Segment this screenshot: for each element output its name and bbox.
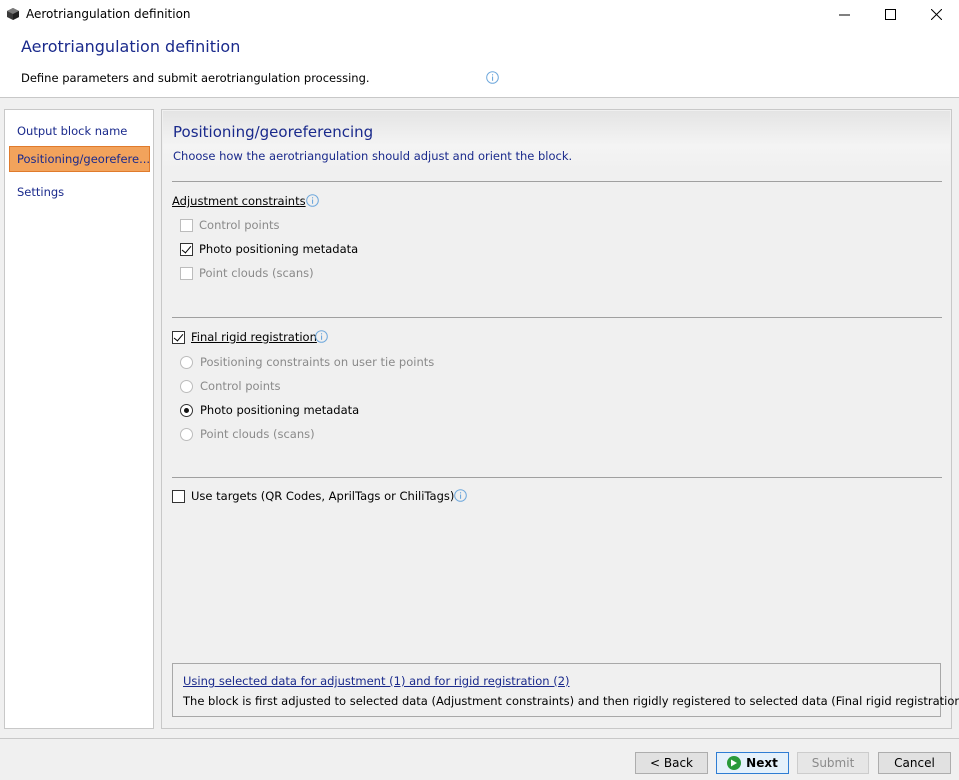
use-targets-row[interactable]: Use targets (QR Codes, AprilTags or Chil… — [172, 489, 454, 503]
info-icon[interactable] — [454, 489, 467, 502]
section-header: Positioning/georeferencing Choose how th… — [163, 111, 950, 169]
rigid-option-control-points[interactable]: Control points — [180, 379, 281, 393]
title-bar: Aerotriangulation definition — [0, 0, 959, 28]
control-points-checkbox-row[interactable]: Control points — [180, 218, 280, 232]
section-description: Choose how the aerotriangulation should … — [173, 149, 573, 163]
window-title: Aerotriangulation definition — [26, 7, 191, 21]
point-clouds-checkbox[interactable] — [180, 266, 193, 280]
radio-label: Positioning constraints on user tie poin… — [200, 355, 435, 369]
submit-button[interactable]: Submit — [797, 752, 869, 774]
next-label: Next — [746, 756, 778, 770]
radio-label: Point clouds (scans) — [200, 427, 315, 441]
close-icon — [930, 8, 942, 20]
close-button[interactable] — [913, 0, 959, 28]
arrow-right-icon — [727, 756, 742, 770]
window-controls — [821, 0, 959, 28]
use-targets-checkbox[interactable] — [172, 489, 185, 503]
divider — [172, 181, 942, 182]
use-targets-label: Use targets (QR Codes, AprilTags or Chil… — [191, 489, 455, 503]
section-title: Positioning/georeferencing — [173, 123, 374, 141]
radio-button[interactable] — [180, 403, 193, 417]
info-icon[interactable] — [486, 71, 499, 84]
info-icon[interactable] — [306, 194, 319, 207]
info-icon[interactable] — [315, 330, 328, 343]
next-button[interactable]: Next — [716, 752, 789, 774]
maximize-button[interactable] — [867, 0, 913, 28]
photo-positioning-checkbox-row[interactable]: Photo positioning metadata — [180, 242, 358, 256]
wizard-sidebar: Output block name Positioning/georefere.… — [4, 109, 154, 729]
minimize-button[interactable] — [821, 0, 867, 28]
sidebar-item-output-block-name[interactable]: Output block name — [9, 118, 150, 144]
back-button[interactable]: < Back — [635, 752, 708, 774]
photo-positioning-label: Photo positioning metadata — [199, 242, 359, 256]
final-rigid-registration-checkbox[interactable] — [172, 330, 185, 344]
adjustment-constraints-label: Adjustment constraints — [172, 194, 306, 208]
final-rigid-registration-row[interactable]: Final rigid registration — [172, 330, 317, 344]
radio-label: Control points — [200, 379, 281, 393]
info-note-box: Using selected data for adjustment (1) a… — [172, 663, 959, 717]
page-subtitle: Define parameters and submit aerotriangu… — [21, 71, 370, 85]
divider — [172, 477, 942, 478]
rigid-option-photo-positioning[interactable]: Photo positioning metadata — [180, 403, 359, 417]
radio-label: Photo positioning metadata — [200, 403, 360, 417]
sidebar-item-settings[interactable]: Settings — [9, 179, 150, 205]
note-title: Using selected data for adjustment (1) a… — [183, 674, 570, 688]
control-points-label: Control points — [199, 218, 280, 232]
final-rigid-registration-label: Final rigid registration — [191, 330, 317, 344]
main-panel: Positioning/georeferencing Choose how th… — [161, 109, 959, 729]
dialog-footer: < Back Next Submit Cancel — [0, 738, 959, 780]
sidebar-item-positioning[interactable]: Positioning/georefere... — [9, 146, 150, 172]
rigid-option-point-clouds[interactable]: Point clouds (scans) — [180, 427, 315, 441]
note-body: The block is first adjusted to selected … — [183, 694, 959, 708]
control-points-checkbox[interactable] — [180, 218, 193, 232]
radio-button[interactable] — [180, 379, 193, 393]
cancel-button[interactable]: Cancel — [878, 752, 951, 774]
dialog-header: Aerotriangulation definition Define para… — [0, 28, 959, 98]
page-title: Aerotriangulation definition — [21, 37, 241, 56]
divider — [172, 317, 942, 318]
point-clouds-label: Point clouds (scans) — [199, 266, 314, 280]
photo-positioning-checkbox[interactable] — [180, 242, 193, 256]
rigid-option-user-tie-points[interactable]: Positioning constraints on user tie poin… — [180, 355, 434, 369]
radio-button[interactable] — [180, 427, 193, 441]
minimize-icon — [838, 14, 850, 15]
maximize-icon — [884, 8, 896, 20]
radio-button[interactable] — [180, 355, 193, 369]
app-cube-icon — [7, 8, 19, 20]
point-clouds-checkbox-row[interactable]: Point clouds (scans) — [180, 266, 314, 280]
